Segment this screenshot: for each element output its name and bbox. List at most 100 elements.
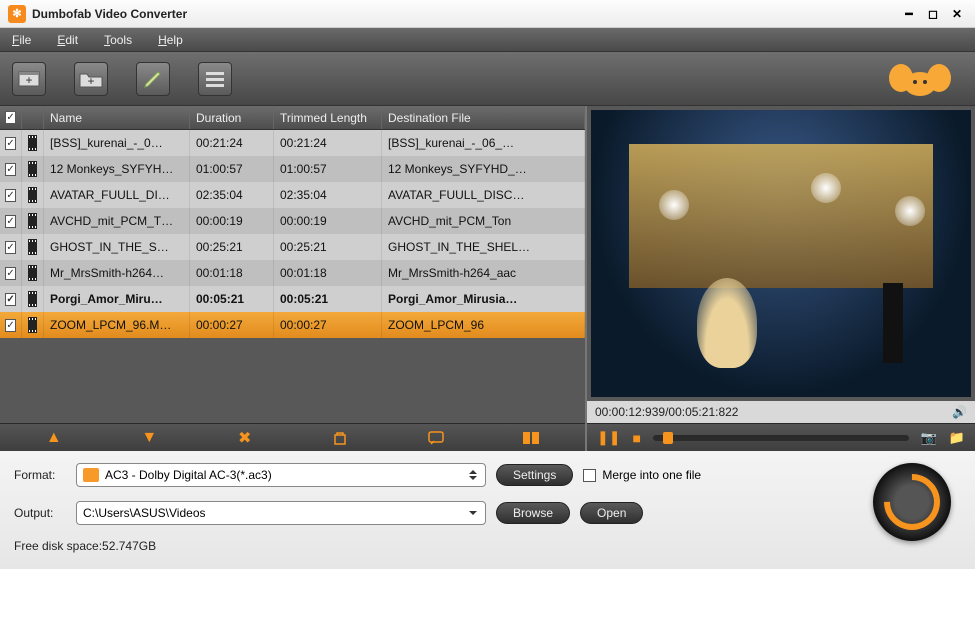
row-checkbox[interactable]: ✓: [0, 130, 22, 156]
cell-destination: 12 Monkeys_SYFYHD_…: [382, 156, 585, 182]
table-row[interactable]: ✓[BSS]_kurenai_-_0…00:21:2400:21:24[BSS]…: [0, 130, 585, 156]
table-row[interactable]: ✓AVATAR_FUULL_DI…02:35:0402:35:04AVATAR_…: [0, 182, 585, 208]
cell-trimmed: 02:35:04: [274, 182, 382, 208]
window-title: Dumbofab Video Converter: [32, 7, 895, 21]
menubar: File Edit Tools Help: [0, 28, 975, 52]
pause-button[interactable]: ❚❚: [597, 429, 620, 446]
merge-checkbox[interactable]: [583, 469, 596, 482]
open-button[interactable]: Open: [580, 502, 643, 524]
move-down-button[interactable]: ▼: [136, 428, 162, 448]
menu-tools[interactable]: Tools: [104, 33, 132, 47]
cell-trimmed: 00:00:19: [274, 208, 382, 234]
snapshot-button[interactable]: 📷: [921, 430, 937, 446]
format-combo[interactable]: AC3 - Dolby Digital AC-3(*.ac3): [76, 463, 486, 487]
cell-duration: 00:00:27: [190, 312, 274, 338]
minimize-button[interactable]: ━: [899, 6, 919, 22]
cell-name: AVATAR_FUULL_DI…: [44, 182, 190, 208]
stop-button[interactable]: ■: [632, 430, 640, 446]
cell-duration: 00:21:24: [190, 130, 274, 156]
format-label: Format:: [14, 468, 66, 482]
app-logo-icon: ✻: [8, 5, 26, 23]
header-trimmed[interactable]: Trimmed Length: [274, 106, 382, 129]
table-row[interactable]: ✓Mr_MrsSmith-h264…00:01:1800:01:18Mr_Mrs…: [0, 260, 585, 286]
browse-button[interactable]: Browse: [496, 502, 570, 524]
seek-slider[interactable]: [653, 435, 909, 441]
merge-button[interactable]: [518, 428, 544, 448]
convert-button[interactable]: [873, 463, 951, 541]
row-checkbox[interactable]: ✓: [0, 156, 22, 182]
preview-panel: 00:00:12:939/00:05:21:822 🔊 ❚❚ ■ 📷 📁: [585, 106, 975, 451]
add-file-button[interactable]: +: [12, 62, 46, 96]
cell-name: Mr_MrsSmith-h264…: [44, 260, 190, 286]
menu-file[interactable]: File: [12, 33, 31, 47]
row-checkbox[interactable]: ✓: [0, 208, 22, 234]
cell-destination: Porgi_Amor_Mirusia…: [382, 286, 585, 312]
move-up-button[interactable]: ▲: [41, 428, 67, 448]
cell-destination: [BSS]_kurenai_-_06_…: [382, 130, 585, 156]
row-checkbox[interactable]: ✓: [0, 182, 22, 208]
close-button[interactable]: ✕: [947, 6, 967, 22]
cell-duration: 00:05:21: [190, 286, 274, 312]
table-row[interactable]: ✓Porgi_Amor_Miru…00:05:2100:05:21Porgi_A…: [0, 286, 585, 312]
header-destination[interactable]: Destination File: [382, 106, 585, 129]
cell-name: Porgi_Amor_Miru…: [44, 286, 190, 312]
output-value: C:\Users\ASUS\Videos: [83, 506, 206, 520]
header-checkbox[interactable]: ✓: [0, 106, 22, 129]
cell-duration: 00:01:18: [190, 260, 274, 286]
table-row[interactable]: ✓12 Monkeys_SYFYH…01:00:5701:00:5712 Mon…: [0, 156, 585, 182]
row-checkbox[interactable]: ✓: [0, 312, 22, 338]
cell-name: GHOST_IN_THE_S…: [44, 234, 190, 260]
snapshot-folder-button[interactable]: 📁: [949, 430, 965, 446]
playback-toolbar: ❚❚ ■ 📷 📁: [587, 423, 975, 451]
edit-button[interactable]: [136, 62, 170, 96]
table-row[interactable]: ✓GHOST_IN_THE_S…00:25:2100:25:21GHOST_IN…: [0, 234, 585, 260]
format-icon: [83, 468, 99, 482]
time-display: 00:00:12:939/00:05:21:822: [595, 405, 738, 419]
file-type-icon: [22, 312, 44, 338]
cell-trimmed: 00:05:21: [274, 286, 382, 312]
maximize-button[interactable]: ◻: [923, 6, 943, 22]
cell-name: ZOOM_LPCM_96.M…: [44, 312, 190, 338]
header-name[interactable]: Name: [44, 106, 190, 129]
volume-icon[interactable]: 🔊: [952, 405, 967, 419]
add-folder-button[interactable]: +: [74, 62, 108, 96]
file-type-icon: [22, 182, 44, 208]
table-row[interactable]: ✓ZOOM_LPCM_96.M…00:00:2700:00:27ZOOM_LPC…: [0, 312, 585, 338]
info-button[interactable]: [423, 428, 449, 448]
cell-duration: 00:00:19: [190, 208, 274, 234]
table-row[interactable]: ✓AVCHD_mit_PCM_T…00:00:1900:00:19AVCHD_m…: [0, 208, 585, 234]
cell-trimmed: 01:00:57: [274, 156, 382, 182]
remove-button[interactable]: ✖: [232, 428, 258, 448]
header-duration[interactable]: Duration: [190, 106, 274, 129]
svg-text:+: +: [25, 73, 32, 87]
titlebar: ✻ Dumbofab Video Converter ━ ◻ ✕: [0, 0, 975, 28]
mascot-icon: [885, 60, 955, 100]
cell-destination: AVCHD_mit_PCM_Ton: [382, 208, 585, 234]
header-icon: [22, 106, 44, 129]
cell-destination: Mr_MrsSmith-h264_aac: [382, 260, 585, 286]
row-checkbox[interactable]: ✓: [0, 260, 22, 286]
format-value: AC3 - Dolby Digital AC-3(*.ac3): [105, 468, 272, 482]
free-space-label: Free disk space:52.747GB: [14, 539, 961, 553]
row-checkbox[interactable]: ✓: [0, 234, 22, 260]
row-checkbox[interactable]: ✓: [0, 286, 22, 312]
output-combo[interactable]: C:\Users\ASUS\Videos: [76, 501, 486, 525]
clear-all-button[interactable]: [327, 428, 353, 448]
merge-label: Merge into one file: [602, 468, 701, 482]
file-type-icon: [22, 130, 44, 156]
menu-edit[interactable]: Edit: [57, 33, 78, 47]
menu-help[interactable]: Help: [158, 33, 183, 47]
svg-text:+: +: [87, 74, 94, 88]
cell-trimmed: 00:01:18: [274, 260, 382, 286]
list-view-button[interactable]: [198, 62, 232, 96]
cell-trimmed: 00:00:27: [274, 312, 382, 338]
file-type-icon: [22, 234, 44, 260]
file-type-icon: [22, 260, 44, 286]
time-display-bar: 00:00:12:939/00:05:21:822 🔊: [587, 401, 975, 423]
video-preview[interactable]: [591, 110, 971, 397]
cell-trimmed: 00:25:21: [274, 234, 382, 260]
bottom-panel: Format: AC3 - Dolby Digital AC-3(*.ac3) …: [0, 451, 975, 569]
file-type-icon: [22, 286, 44, 312]
cell-name: 12 Monkeys_SYFYH…: [44, 156, 190, 182]
settings-button[interactable]: Settings: [496, 464, 573, 486]
